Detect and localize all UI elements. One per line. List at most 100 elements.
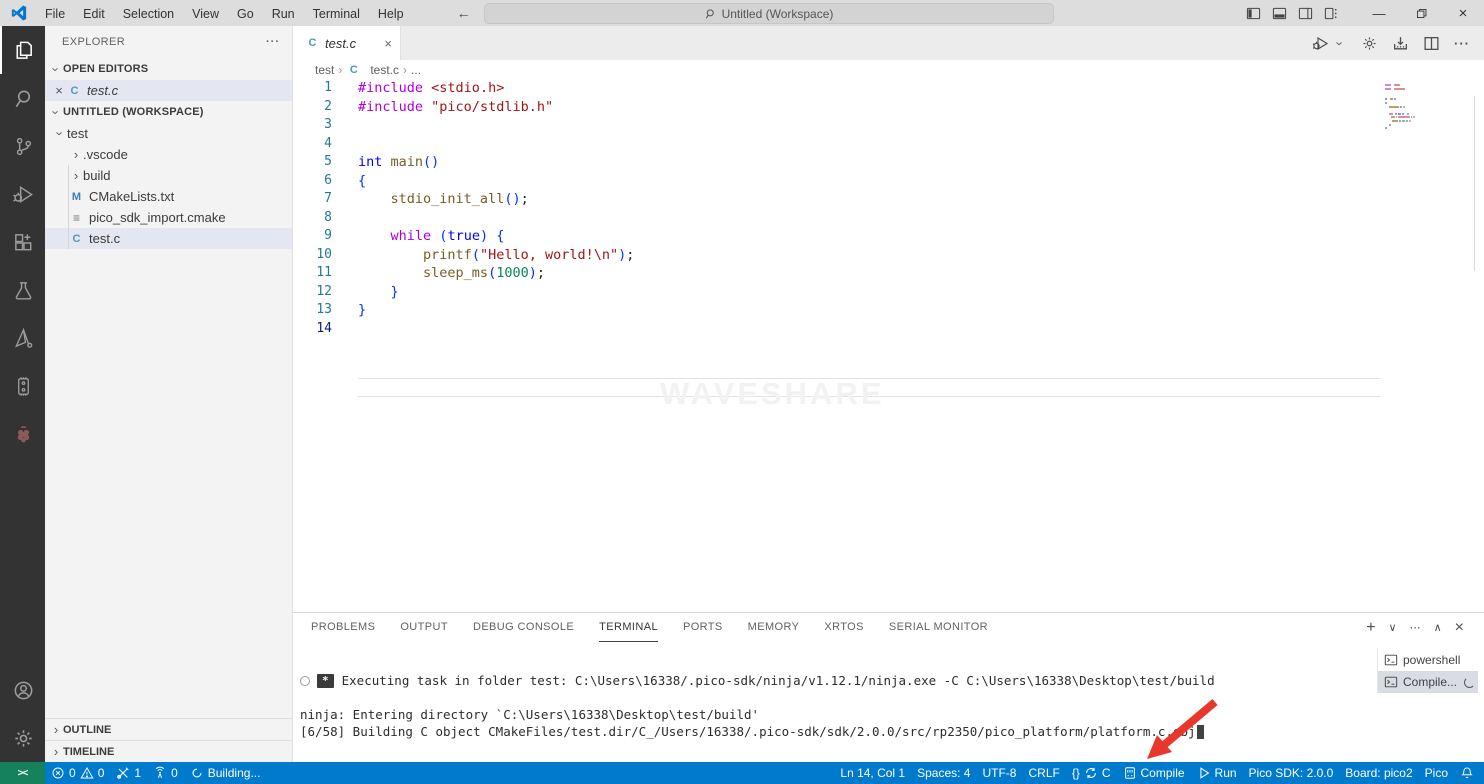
close-tab-icon[interactable]: × [384,36,392,51]
explorer-sidebar: EXPLORER ··· › OPEN EDITORS × C test.c ›… [45,26,293,762]
bottom-panel: PROBLEMS OUTPUT DEBUG CONSOLE TERMINAL PORTS… [293,612,1484,762]
flash-download-icon[interactable] [1392,35,1409,52]
open-editor-item-testc[interactable]: × C test.c [45,80,292,101]
statusbar-compile-button[interactable]: Compile [1117,762,1191,784]
terminal-dropdown-icon[interactable]: ∨ [1389,621,1397,634]
outline-section[interactable]: › OUTLINE [45,718,292,740]
panel-tab-memory[interactable]: MEMORY [748,614,800,642]
menu-edit[interactable]: Edit [74,7,114,21]
panel-tab-output[interactable]: OUTPUT [400,614,448,642]
restore-button[interactable] [1400,0,1442,26]
tab-testc[interactable]: C test.c × [293,26,401,60]
command-center-search[interactable]: Untitled (Workspace) [484,3,1054,24]
statusbar-eol[interactable]: CRLF [1022,762,1065,784]
tree-item-test-c[interactable]: Ctest.c [45,228,292,249]
code-line-3: 3 [293,116,1484,135]
line-number: 14 [293,320,332,339]
statusbar-notifications[interactable] [1454,762,1480,784]
menu-view[interactable]: View [183,7,228,21]
layout-sidebar-right-icon[interactable] [1292,0,1318,26]
panel-more-icon[interactable]: ⋯ [1410,621,1421,634]
split-editor-icon[interactable] [1423,35,1440,52]
activity-search[interactable] [0,74,45,122]
minimap[interactable] [1385,84,1415,134]
statusbar-board[interactable]: Board: pico2 [1339,762,1418,784]
menu-go[interactable]: Go [228,7,263,21]
more-actions-icon[interactable]: ··· [1454,36,1470,51]
timeline-section[interactable]: › TIMELINE [45,740,292,762]
nav-back-icon[interactable]: ← [457,5,471,21]
panel-actions: + ∨ ⋯ ∧ × [1366,619,1484,637]
menu-file[interactable]: File [36,7,74,21]
menu-selection[interactable]: Selection [114,7,183,21]
breadcrumb-item-test-c[interactable]: test.c [370,63,399,77]
tree-item-cmakelists-txt[interactable]: MCMakeLists.txt [45,186,292,207]
statusbar-language-mode[interactable]: {}C [1066,762,1117,784]
activity-pico-board[interactable] [0,362,45,410]
statusbar-indentation[interactable]: Spaces: 4 [911,762,976,784]
statusbar-ports-count[interactable]: 0 [147,762,184,784]
file-icon: ≡ [69,211,84,225]
statusbar-remote-indicator[interactable]: >< [0,762,45,784]
activity-bar [0,26,45,762]
tree-item-pico-sdk-import-cmake[interactable]: ≡pico_sdk_import.cmake [45,207,292,228]
terminal-instance-compile[interactable]: Compile... [1378,671,1478,693]
menu-help[interactable]: Help [369,7,413,21]
breadcrumb-item-[interactable]: ... [411,63,421,77]
menu-run[interactable]: Run [263,7,304,21]
statusbar-tools-count[interactable]: 1 [110,762,147,784]
layout-panel-icon[interactable] [1266,0,1292,26]
new-terminal-icon[interactable]: + [1366,619,1375,637]
gear-icon[interactable] [1361,35,1378,52]
statusbar-pico-project[interactable]: Pico [1419,762,1454,784]
activity-settings[interactable] [0,714,45,762]
terminal-instance-powershell[interactable]: powershell [1378,649,1478,671]
minimize-button[interactable]: — [1358,0,1400,26]
close-panel-icon[interactable]: × [1455,619,1464,637]
activity-explorer[interactable] [0,26,45,74]
activity-run-and-debug[interactable] [0,170,45,218]
panel-tab-serial-monitor[interactable]: SERIAL MONITOR [889,614,988,642]
search-icon [12,87,35,110]
statusbar-label: Ln 14, Col 1 [840,766,905,780]
customize-layout-icon[interactable] [1318,0,1344,26]
open-editors-section[interactable]: › OPEN EDITORS [45,58,292,80]
layout-sidebar-left-icon[interactable] [1240,0,1266,26]
close-editor-icon[interactable]: × [51,83,67,98]
activity-source-control[interactable] [0,122,45,170]
breadcrumb-item-test[interactable]: test [315,63,334,77]
statusbar-label: Pico SDK: 2.0.0 [1249,766,1334,780]
panel-tab-debug-console[interactable]: DEBUG CONSOLE [473,614,574,642]
statusbar-problems[interactable]: 00 [45,762,110,784]
statusbar-building-status[interactable]: Building... [184,762,267,784]
panel-tab-ports[interactable]: PORTS [683,614,723,642]
statusbar-run-button[interactable]: Run [1191,762,1243,784]
code-line-12: 12 } [293,283,1484,302]
statusbar-pico-sdk-version[interactable]: Pico SDK: 2.0.0 [1243,762,1340,784]
activity-testing[interactable] [0,266,45,314]
tree-item-vscode[interactable]: ›.vscode [45,144,292,165]
breadcrumb[interactable]: test›Ctest.c›... [293,60,1484,79]
menu-terminal[interactable]: Terminal [304,7,369,21]
editor-scrollbar[interactable] [1474,96,1475,271]
debug-run-icon[interactable] [1312,35,1329,52]
tree-item-test[interactable]: ›test [45,123,292,144]
activity-extensions[interactable] [0,218,45,266]
workspace-section[interactable]: › UNTITLED (WORKSPACE) [45,101,292,123]
maximize-panel-icon[interactable]: ∧ [1434,621,1442,634]
tree-item-build[interactable]: ›build [45,165,292,186]
activity-accounts[interactable] [0,666,45,714]
line-number: 9 [293,227,332,246]
close-window-button[interactable]: × [1442,0,1484,26]
activity-raspberry-pi-pico[interactable] [0,410,45,458]
panel-tab-xrtos[interactable]: XRTOS [824,614,864,642]
statusbar-encoding[interactable]: UTF-8 [976,762,1022,784]
code-editor[interactable]: 1#include <stdio.h>2#include "pico/stdli… [293,79,1484,409]
panel-tab-terminal[interactable]: TERMINAL [599,614,658,642]
statusbar-cursor-position[interactable]: Ln 14, Col 1 [834,762,911,784]
chevron-down-icon[interactable]: › [1333,36,1348,50]
panel-tab-problems[interactable]: PROBLEMS [311,614,375,642]
sidebar-more-actions-icon[interactable]: ··· [266,36,280,48]
activity-cmake[interactable] [0,314,45,362]
minimap-line [1385,116,1415,118]
